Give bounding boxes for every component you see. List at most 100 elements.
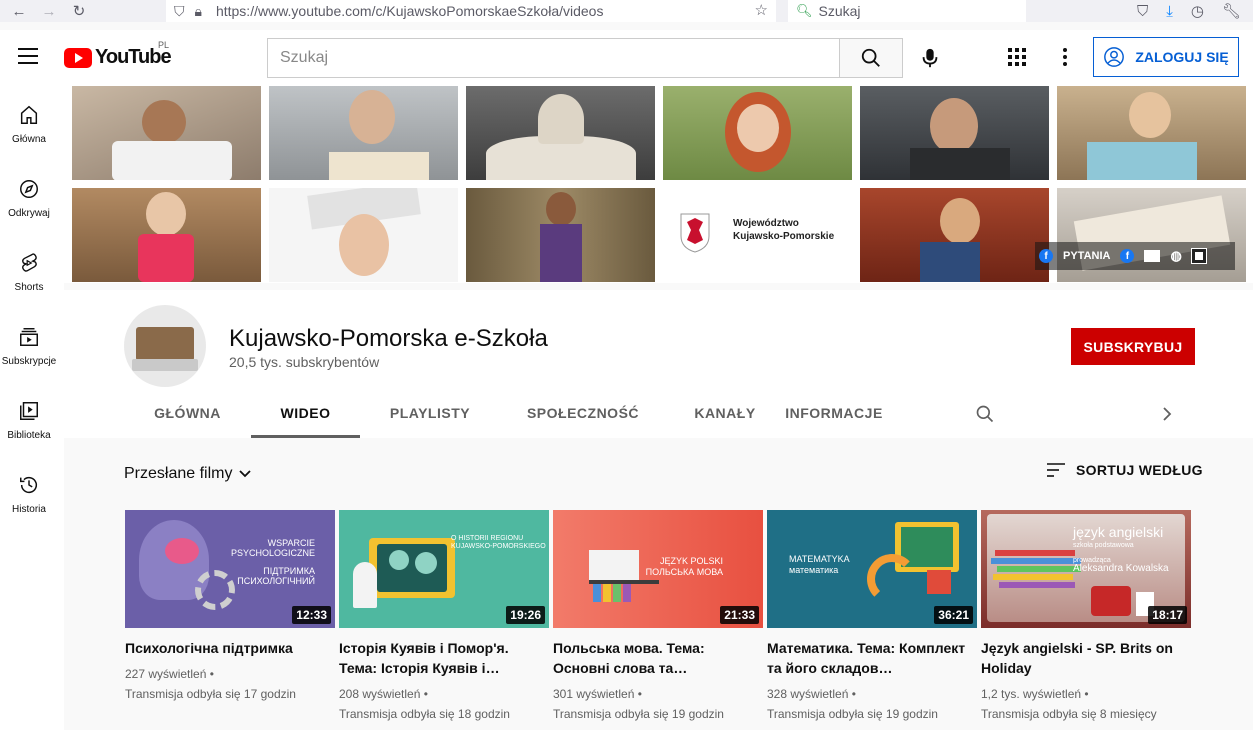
sidebar-item-history[interactable]: Historia (0, 456, 58, 526)
video-title[interactable]: Психологічна підтримка (125, 638, 335, 658)
channel-search-icon[interactable] (975, 404, 995, 424)
sidebar-item-subscriptions[interactable]: Subskrypcje (0, 308, 58, 378)
banner-photo (269, 86, 458, 180)
shorts-icon (22, 253, 37, 272)
video-thumbnail[interactable]: język angielski szkoła podstawowa prowad… (981, 510, 1191, 628)
voice-search-button[interactable] (912, 40, 948, 76)
left-guide: Główna Odkrywaj Shorts Subskrypcje Bibli… (0, 86, 64, 730)
banner-photo (72, 188, 261, 282)
video-thumbnail[interactable]: MATEMATYKA математика 36:21 (767, 510, 977, 628)
sidebar-item-label: Historia (12, 504, 46, 515)
banner-photo (1057, 86, 1246, 180)
video-card[interactable]: język angielski szkoła podstawowa prowad… (981, 510, 1191, 724)
tab-about[interactable]: INFORMACJE (784, 390, 884, 436)
video-thumbnail[interactable]: WSPARCIE PSYCHOLOGICZNE ПІДТРИМКА ПСИХОЛ… (125, 510, 335, 628)
video-card[interactable]: MATEMATYKA математика 36:21 Математика. … (767, 510, 977, 724)
banner-logo-line1: Województwo (733, 218, 799, 229)
download-icon[interactable]: ⤓ (1166, 3, 1173, 20)
youtube-header: YouTube PL Szukaj ZALOGUJ SIĘ (0, 30, 1253, 86)
sidebar-item-label: Shorts (14, 282, 44, 293)
channel-avatar[interactable] (124, 305, 206, 387)
sign-in-button[interactable]: ZALOGUJ SIĘ (1093, 37, 1239, 77)
video-duration: 36:21 (934, 606, 973, 624)
browser-toolbar: ← → ↻ ⛉ 🔒︎ https://www.youtube.com/c/Kuj… (0, 0, 1253, 22)
chevron-right-icon[interactable] (1160, 406, 1174, 422)
view-count: 301 wyświetleń (553, 687, 635, 701)
microphone-icon (922, 48, 938, 68)
facebook-icon[interactable]: f (1120, 249, 1135, 263)
video-title[interactable]: Математика. Тема: Комплект та його склад… (767, 638, 977, 678)
sidebar-item-label: Biblioteka (7, 430, 51, 441)
tab-home[interactable]: GŁÓWNA (124, 390, 251, 436)
browser-tools: ⛉ ⤓ ◷ 🔧︎ (1137, 0, 1241, 22)
stream-date: Transmisja odbyła się 8 miesięcy (981, 707, 1157, 721)
tab-community[interactable]: SPOŁECZNOŚĆ (500, 390, 666, 436)
sidebar-item-library[interactable]: Biblioteka (0, 382, 58, 452)
thumbnail-caption: ПОЛЬСЬКА МОВА (645, 567, 723, 577)
library-icon (20, 402, 38, 420)
sidebar-item-shorts[interactable]: Shorts (0, 234, 58, 304)
subscriptions-icon (20, 328, 38, 346)
video-card[interactable]: O HISTORII REGIONU KUJAWSKO-POMORSKIEGO … (339, 510, 549, 724)
tab-channels[interactable]: KANAŁY (666, 390, 784, 436)
video-title[interactable]: Польська мова. Тема: Основні слова та… (553, 638, 763, 678)
banner-link-label[interactable]: PYTANIA (1063, 250, 1110, 262)
video-thumbnail[interactable]: O HISTORII REGIONU KUJAWSKO-POMORSKIEGO … (339, 510, 549, 628)
forward-icon[interactable]: → (38, 0, 60, 22)
sidebar-item-explore[interactable]: Odkrywaj (0, 160, 58, 230)
video-card[interactable]: JĘZYK POLSKI ПОЛЬСЬКА МОВА 21:33 Польськ… (553, 510, 763, 724)
country-code: PL (158, 40, 170, 50)
apps-grid-icon[interactable] (1005, 45, 1029, 69)
thumbnail-caption: JĘZYK POLSKI (659, 556, 723, 566)
tab-playlists[interactable]: PLAYLISTY (360, 390, 500, 436)
thumbnail-caption: MATEMATYKA (789, 554, 850, 564)
reload-icon[interactable]: ↻ (68, 0, 90, 22)
section-title: Przesłane filmy (124, 465, 233, 482)
uploads-dropdown[interactable]: Przesłane filmy (124, 465, 252, 483)
search-icon (861, 48, 880, 67)
subscriber-count: 20,5 tys. subskrybentów (229, 354, 380, 370)
banner-photo (466, 188, 655, 282)
video-title[interactable]: Історія Куявів і Помор'я. Тема: Історія … (339, 638, 549, 678)
banner-photo (269, 188, 458, 282)
video-card[interactable]: WSPARCIE PSYCHOLOGICZNE ПІДТРИМКА ПСИХОЛ… (125, 510, 335, 704)
bookmark-star-icon[interactable]: ☆ (755, 1, 768, 19)
facebook-icon[interactable]: f (1039, 249, 1053, 263)
video-thumbnail[interactable]: JĘZYK POLSKI ПОЛЬСЬКА МОВА 21:33 (553, 510, 763, 628)
menu-icon[interactable] (18, 48, 38, 64)
coat-of-arms-icon (680, 213, 710, 253)
banner-logo-line2: Kujawsko-Pomorskie (733, 231, 835, 242)
stream-date: Transmisja odbyła się 19 godzin (553, 707, 724, 721)
sidebar-item-label: Subskrypcje (1, 356, 57, 367)
history-clock-icon[interactable]: ◷ (1191, 2, 1204, 20)
pocket-icon[interactable]: ⛉ (1137, 3, 1148, 20)
video-title[interactable]: Język angielski - SP. Brits on Holiday (981, 638, 1191, 678)
qr-icon[interactable] (1190, 248, 1207, 264)
banner-photo (663, 86, 852, 180)
more-options-icon[interactable] (1055, 45, 1075, 69)
stream-date: Transmisja odbyła się 19 godzin (767, 707, 938, 721)
sidebar-item-home[interactable]: Główna (0, 86, 58, 156)
back-icon[interactable]: ← (8, 0, 30, 22)
address-bar[interactable]: ⛉ 🔒︎ https://www.youtube.com/c/KujawskoP… (166, 0, 776, 22)
search-engine-icon: 🔍︎ (796, 3, 813, 18)
tab-videos[interactable]: WIDEO (251, 390, 360, 438)
video-duration: 12:33 (292, 606, 331, 624)
wrench-icon[interactable]: 🔧︎ (1222, 2, 1241, 20)
thumbnail-caption: KUJAWSKO-POMORSKIEGO (451, 543, 546, 550)
banner-logo-tile: Województwo Kujawsko-Pomorskie (663, 188, 852, 282)
subscribe-button[interactable]: SUBSKRYBUJ (1071, 328, 1195, 365)
video-meta: 328 wyświetleń • Transmisja odbyła się 1… (767, 684, 977, 724)
browser-search-field[interactable]: 🔍︎ Szukaj (788, 0, 1026, 22)
sign-in-label: ZALOGUJ SIĘ (1135, 49, 1229, 65)
search-button[interactable] (839, 38, 903, 78)
globe-icon[interactable]: ◍ (1170, 248, 1181, 264)
search-input[interactable]: Szukaj (267, 38, 840, 78)
youtube-logo[interactable]: YouTube PL (64, 40, 172, 69)
view-count: 328 wyświetleń (767, 687, 849, 701)
video-meta: 208 wyświetleń • Transmisja odbyła się 1… (339, 684, 549, 724)
website-logo-icon[interactable] (1144, 250, 1161, 262)
home-icon (20, 105, 38, 124)
banner-photo (860, 188, 1049, 282)
sort-button[interactable]: SORTUJ WEDŁUG (1046, 462, 1203, 478)
